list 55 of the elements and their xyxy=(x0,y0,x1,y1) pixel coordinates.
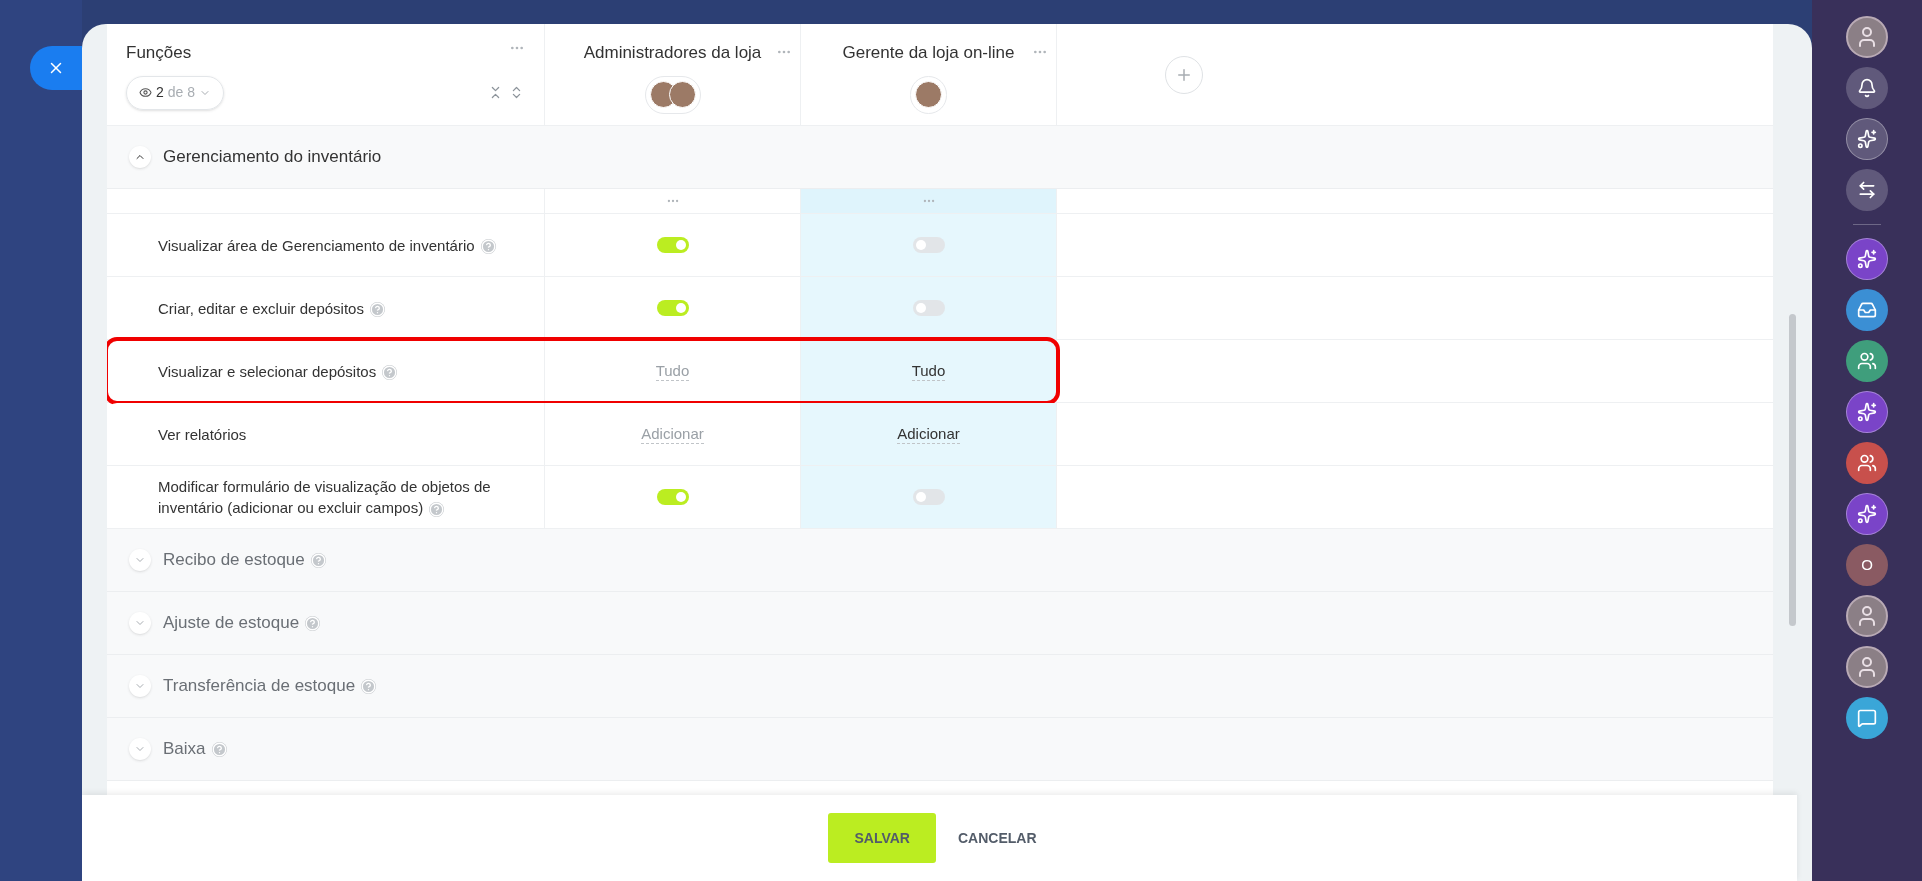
letter-avatar[interactable]: O xyxy=(1846,544,1888,586)
toggle-switch[interactable] xyxy=(912,237,945,253)
user-avatar[interactable] xyxy=(1846,646,1888,688)
toggle-switch[interactable] xyxy=(656,300,689,316)
permission-label: Ver relatórios xyxy=(158,424,247,445)
cancel-button[interactable]: CANCELAR xyxy=(943,813,1051,863)
chat-app-icon[interactable] xyxy=(1846,697,1888,739)
expand-toggle[interactable] xyxy=(129,738,151,760)
sparkle-app-icon[interactable] xyxy=(1846,391,1888,433)
section-title[interactable]: Transferência de estoque xyxy=(163,673,356,699)
help-icon[interactable] xyxy=(429,501,445,517)
group-app-icon[interactable] xyxy=(1846,442,1888,484)
toggle-switch[interactable] xyxy=(656,489,689,505)
chat-exchange-icon[interactable] xyxy=(1846,169,1888,211)
section-title[interactable]: Ajuste de estoque xyxy=(163,610,300,636)
collapse-toggle[interactable] xyxy=(129,146,151,168)
expand-toggle[interactable] xyxy=(129,549,151,571)
help-icon[interactable] xyxy=(369,302,385,318)
user-avatar xyxy=(915,81,942,108)
sparkle-app-icon[interactable] xyxy=(1846,493,1888,535)
save-button[interactable]: SALVAR xyxy=(828,813,936,863)
group-app-icon[interactable] xyxy=(1846,340,1888,382)
help-icon[interactable] xyxy=(305,615,321,631)
help-icon[interactable] xyxy=(211,741,227,757)
close-button[interactable] xyxy=(30,46,82,90)
eye-icon xyxy=(139,86,152,99)
help-icon[interactable] xyxy=(382,365,398,381)
user-avatar[interactable] xyxy=(1846,595,1888,637)
inbox-app-icon[interactable] xyxy=(1846,289,1888,331)
sparkle-app-icon[interactable] xyxy=(1846,118,1888,160)
help-icon[interactable] xyxy=(310,552,326,568)
permission-label: Modificar formulário de visualização de objetos de inventário (adicionar ou excluir campos) xyxy=(158,477,492,518)
access-level-link[interactable]: Tudo xyxy=(911,361,946,381)
sparkle-app-icon[interactable] xyxy=(1846,238,1888,280)
scrollbar[interactable] xyxy=(1789,314,1796,626)
notification-bell-icon[interactable] xyxy=(1846,67,1888,109)
toggle-switch[interactable] xyxy=(656,237,689,253)
toggle-switch[interactable] xyxy=(912,300,945,316)
permission-label: Visualizar e selecionar depósitos xyxy=(158,360,398,382)
expand-toggle[interactable] xyxy=(129,612,151,634)
section-title[interactable]: Recibo de estoque xyxy=(163,547,305,573)
role-title[interactable]: Gerente da loja on-line xyxy=(842,40,1015,66)
help-icon[interactable] xyxy=(361,678,377,694)
access-level-link[interactable]: Adicionar xyxy=(897,424,960,444)
user-avatar xyxy=(668,81,696,108)
section-title[interactable]: Gerenciamento do inventário xyxy=(163,144,382,170)
permission-label: Visualizar área de Gerenciamento de inventário xyxy=(158,234,496,256)
help-icon[interactable] xyxy=(480,239,496,255)
user-avatar[interactable] xyxy=(1846,16,1888,58)
role-title[interactable]: Administradores da loja xyxy=(583,40,762,66)
toggle-switch[interactable] xyxy=(912,489,945,505)
expand-toggle[interactable] xyxy=(129,675,151,697)
section-title[interactable]: Baixa xyxy=(163,736,206,762)
roles-title: Funções xyxy=(126,42,192,64)
permission-label: Criar, editar e excluir depósitos xyxy=(158,297,385,319)
